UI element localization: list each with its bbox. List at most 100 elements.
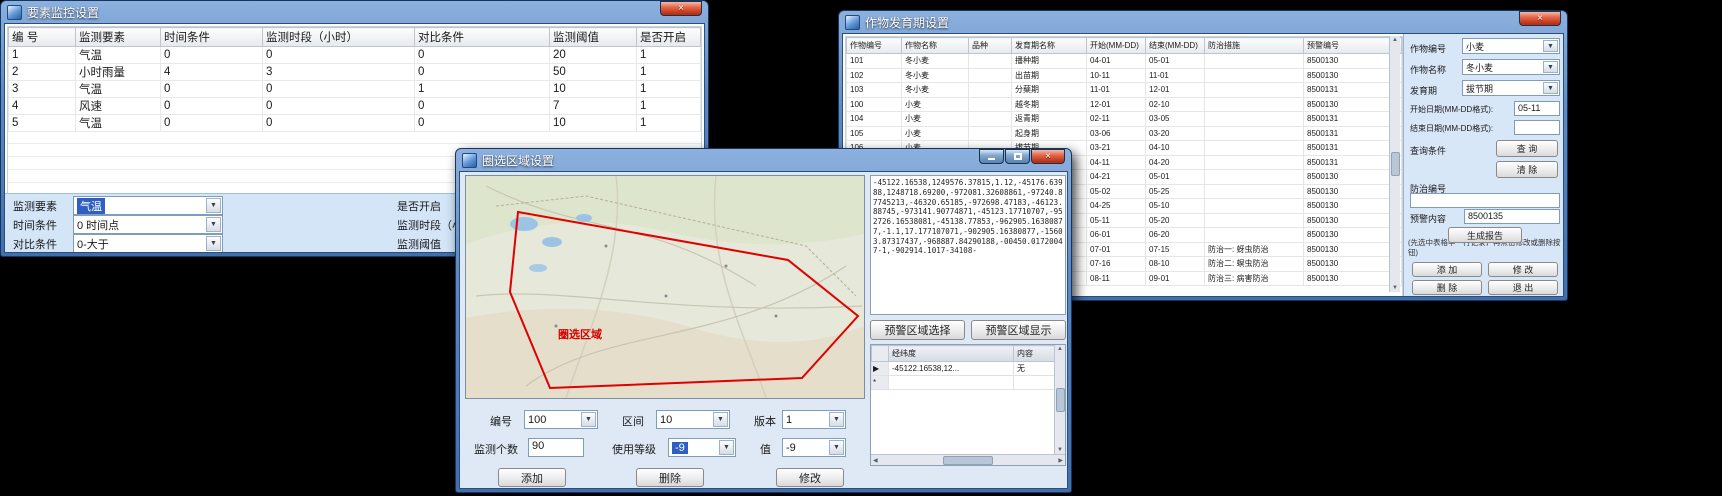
scroll-right-icon[interactable]: ▶ <box>1058 457 1063 464</box>
column-header[interactable]: 时间条件 <box>161 28 263 47</box>
chevron-down-icon[interactable]: ▼ <box>829 440 844 455</box>
chevron-down-icon[interactable]: ▼ <box>829 412 844 427</box>
grid-vertical-scrollbar[interactable]: ▲ ▼ <box>1054 345 1065 454</box>
table-row[interactable]: 105小麦起身期03-0603-208500131 <box>847 126 1402 141</box>
table-row[interactable]: 100小麦越冬期12-0102-108500130 <box>847 97 1402 112</box>
column-header[interactable]: 监测时段（小时） <box>263 28 415 47</box>
measure-no-input[interactable] <box>1410 193 1560 208</box>
end-date-input[interactable] <box>1514 120 1560 135</box>
chevron-down-icon[interactable]: ▼ <box>581 412 596 427</box>
close-button[interactable]: × <box>1031 149 1065 164</box>
chevron-down-icon[interactable]: ▼ <box>206 217 221 232</box>
scroll-up-icon[interactable]: ▲ <box>1392 37 1398 43</box>
value-value: -9 <box>786 442 796 454</box>
table-row[interactable]: 3气温001101 <box>9 81 701 98</box>
modify-button[interactable]: 修改 <box>776 468 844 487</box>
maximize-button[interactable] <box>1005 149 1030 164</box>
time-condition-combobox[interactable]: 0 时间点 ▼ <box>73 215 223 234</box>
app-icon <box>462 153 477 168</box>
minimize-button[interactable] <box>979 149 1004 164</box>
warning-region-select-button[interactable]: 预警区域选择 <box>870 320 965 340</box>
stage-combobox[interactable]: 拔节期 ▼ <box>1462 80 1560 96</box>
table-cell: 11-01 <box>1087 83 1146 98</box>
chevron-down-icon[interactable]: ▼ <box>1543 82 1558 94</box>
warn-content-input[interactable]: 8500135 <box>1464 209 1560 224</box>
element-combobox[interactable]: 气温 ▼ <box>73 196 223 215</box>
scroll-up-icon[interactable]: ▲ <box>1057 346 1063 352</box>
column-header[interactable]: 防治措施 <box>1205 38 1304 54</box>
table-cell: 0 <box>415 47 550 64</box>
modify-button[interactable]: 修 改 <box>1488 262 1558 277</box>
add-button[interactable]: 添 加 <box>1412 262 1482 277</box>
table-row[interactable]: 1气温000201 <box>9 47 701 64</box>
close-button[interactable]: × <box>660 1 702 16</box>
column-header[interactable]: 开始(MM-DD) <box>1087 38 1146 54</box>
level-value: -9 <box>672 442 688 454</box>
start-date-input[interactable]: 05-11 <box>1514 101 1560 116</box>
column-header[interactable]: 结束(MM-DD) <box>1146 38 1205 54</box>
scroll-thumb[interactable] <box>1391 152 1400 176</box>
chevron-down-icon[interactable]: ▼ <box>719 440 734 455</box>
column-header[interactable]: 经纬度 <box>889 346 1014 362</box>
column-header[interactable]: 品种 <box>969 38 1012 54</box>
close-button[interactable]: × <box>1519 11 1561 26</box>
column-header[interactable]: 发育期名称 <box>1012 38 1087 54</box>
table-row[interactable]: 103冬小麦分蘖期11-0112-018500131 <box>847 83 1402 98</box>
delete-button[interactable]: 删 除 <box>1412 280 1482 295</box>
column-header[interactable]: 作物名称 <box>902 38 969 54</box>
value-combobox[interactable]: -9 ▼ <box>782 438 846 457</box>
table-row[interactable]: 5气温000101 <box>9 115 701 132</box>
level-combobox[interactable]: -9 ▼ <box>668 438 736 457</box>
range-label: 区间 <box>622 413 644 429</box>
scroll-down-icon[interactable]: ▼ <box>1057 447 1063 453</box>
column-header[interactable]: 是否开启 <box>637 28 701 47</box>
titlebar[interactable]: 作物发育期设置 × <box>842 11 1564 33</box>
delete-button[interactable]: 删除 <box>636 468 704 487</box>
table-row[interactable]: 101冬小麦播种期04-0105-018500130 <box>847 54 1402 69</box>
number-combobox[interactable]: 100 ▼ <box>524 410 598 429</box>
table-row[interactable]: 4风速00071 <box>9 98 701 115</box>
range-combobox[interactable]: 10 ▼ <box>656 410 730 429</box>
column-header[interactable] <box>872 346 889 362</box>
crop-name-combobox[interactable]: 冬小麦 ▼ <box>1462 59 1560 75</box>
version-combobox[interactable]: 1 ▼ <box>782 410 846 429</box>
chevron-down-icon[interactable]: ▼ <box>206 236 221 251</box>
table-vertical-scrollbar[interactable]: ▲ ▼ <box>1389 36 1400 292</box>
scroll-thumb[interactable] <box>1056 388 1065 412</box>
coordinates-textarea[interactable]: -45122.16538,1249576.37815,1.12,-45176.6… <box>870 175 1066 315</box>
table-row[interactable]: * <box>872 376 1065 390</box>
table-row[interactable]: 102冬小麦出苗期10-1111-018500130 <box>847 68 1402 83</box>
column-header[interactable]: 监测要素 <box>76 28 161 47</box>
coordinates-grid[interactable]: 经纬度内容▶-45122.16538,12...无* ▲ ▼ ◀ ▶ <box>870 344 1066 466</box>
table-cell: 04-25 <box>1087 199 1146 214</box>
titlebar[interactable]: 圈选区域设置 × <box>459 149 1068 171</box>
scroll-down-icon[interactable]: ▼ <box>1392 285 1398 291</box>
query-button[interactable]: 查 询 <box>1496 140 1558 157</box>
generate-report-button[interactable]: 生成报告 <box>1448 227 1522 243</box>
column-header[interactable]: 作物编号 <box>847 38 902 54</box>
compare-condition-combobox[interactable]: 0-大于 ▼ <box>73 234 223 253</box>
titlebar[interactable]: 要素监控设置 × <box>4 1 705 23</box>
chevron-down-icon[interactable]: ▼ <box>206 198 221 213</box>
table-cell: 2 <box>9 64 76 81</box>
column-header[interactable]: 对比条件 <box>415 28 550 47</box>
add-button[interactable]: 添加 <box>498 468 566 487</box>
warning-region-show-button[interactable]: 预警区域显示 <box>971 320 1066 340</box>
table-row[interactable]: 104小麦返青期02-1103-058500131 <box>847 112 1402 127</box>
column-header[interactable]: 预警编号 <box>1304 38 1402 54</box>
table-row[interactable]: ▶-45122.16538,12...无 <box>872 362 1065 376</box>
chevron-down-icon[interactable]: ▼ <box>713 412 728 427</box>
table-row[interactable]: 2小时雨量430501 <box>9 64 701 81</box>
chevron-down-icon[interactable]: ▼ <box>1543 40 1558 52</box>
crop-no-combobox[interactable]: 小麦 ▼ <box>1462 38 1560 54</box>
exit-button[interactable]: 退 出 <box>1488 280 1558 295</box>
count-input[interactable]: 90 <box>528 438 584 457</box>
scroll-thumb[interactable] <box>943 456 993 465</box>
map-canvas[interactable]: 圈选区域 <box>465 175 865 399</box>
scroll-left-icon[interactable]: ◀ <box>873 457 878 464</box>
grid-horizontal-scrollbar[interactable]: ◀ ▶ <box>871 454 1065 465</box>
column-header[interactable]: 监测阈值 <box>550 28 637 47</box>
column-header[interactable]: 编 号 <box>9 28 76 47</box>
chevron-down-icon[interactable]: ▼ <box>1543 61 1558 73</box>
clear-button[interactable]: 清 除 <box>1496 161 1558 178</box>
